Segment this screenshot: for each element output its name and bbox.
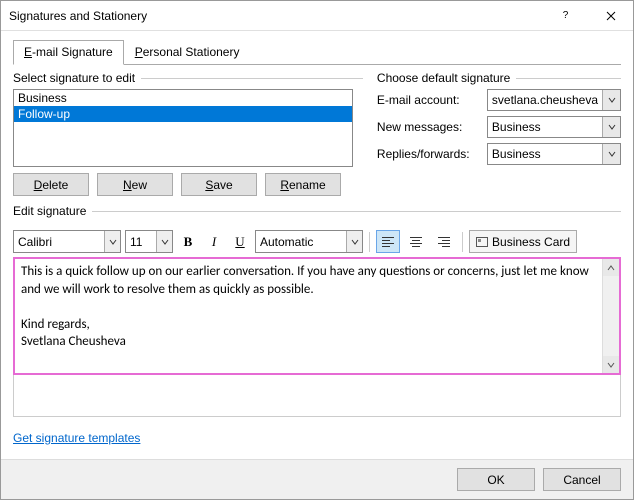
align-left-icon [382, 237, 394, 247]
replies-forwards-label: Replies/forwards: [377, 147, 481, 161]
business-card-button[interactable]: Business Card [469, 230, 577, 253]
underline-button[interactable]: U [229, 230, 251, 253]
align-center-icon [410, 237, 422, 247]
business-card-icon [476, 237, 488, 247]
new-messages-value: Business [488, 120, 602, 134]
dialog-window: Signatures and Stationery ? E-mail Signa… [0, 0, 634, 500]
select-signature-group: Select signature to edit Business Follow… [13, 71, 363, 196]
tab-bar: E-mail Signature Personal Stationery [13, 39, 621, 65]
chevron-down-icon [602, 117, 620, 137]
default-signature-label: Choose default signature [377, 71, 510, 85]
save-button[interactable]: Save [181, 173, 257, 196]
signature-buttons: Delete New Save Rename [13, 173, 363, 196]
font-value: Calibri [14, 235, 104, 249]
separator [369, 232, 370, 252]
top-row: Select signature to edit Business Follow… [13, 71, 621, 196]
signature-editor[interactable]: This is a quick follow up on our earlier… [15, 259, 602, 373]
default-signature-group: Choose default signature E-mail account:… [377, 71, 621, 196]
select-signature-label: Select signature to edit [13, 71, 135, 85]
tab-email-signature[interactable]: E-mail Signature [13, 40, 124, 65]
email-account-combo[interactable]: svetlana.cheusheva [487, 89, 621, 111]
font-size-value: 11 [126, 235, 156, 249]
separator [462, 232, 463, 252]
chevron-down-icon [346, 231, 362, 252]
chevron-down-icon [156, 231, 172, 252]
close-icon [606, 11, 616, 21]
italic-button[interactable]: I [203, 230, 225, 253]
close-button[interactable] [588, 1, 633, 30]
window-controls: ? [543, 1, 633, 30]
chevron-down-icon [104, 231, 120, 252]
align-right-button[interactable] [432, 230, 456, 253]
font-size-combo[interactable]: 11 [125, 230, 173, 253]
help-button[interactable]: ? [543, 1, 588, 30]
signature-item-business[interactable]: Business [14, 90, 352, 106]
editor-extra-space[interactable] [13, 375, 621, 417]
bold-button[interactable]: B [177, 230, 199, 253]
edit-signature-label: Edit signature [13, 204, 86, 218]
window-title: Signatures and Stationery [9, 9, 543, 23]
align-right-icon [438, 237, 450, 247]
chevron-down-icon [602, 90, 620, 110]
new-messages-combo[interactable]: Business [487, 116, 621, 138]
font-color-value: Automatic [256, 235, 346, 249]
email-account-label: E-mail account: [377, 93, 481, 107]
tab-personal-stationery[interactable]: Personal Stationery [124, 40, 251, 65]
signature-list[interactable]: Business Follow-up [13, 89, 353, 167]
get-templates-link[interactable]: Get signature templates [13, 431, 140, 445]
dialog-content: E-mail Signature Personal Stationery Sel… [1, 31, 633, 459]
editor-scrollbar[interactable] [602, 259, 619, 373]
dialog-footer: OK Cancel [1, 459, 633, 499]
rename-button[interactable]: Rename [265, 173, 341, 196]
signature-editor-highlighted: This is a quick follow up on our earlier… [13, 257, 621, 375]
new-button[interactable]: New [97, 173, 173, 196]
scroll-down-icon[interactable] [603, 356, 619, 373]
signature-item-followup[interactable]: Follow-up [14, 106, 352, 122]
link-row: Get signature templates [13, 431, 621, 445]
titlebar: Signatures and Stationery ? [1, 1, 633, 31]
replies-forwards-value: Business [488, 147, 602, 161]
align-center-button[interactable] [404, 230, 428, 253]
scroll-up-icon[interactable] [603, 259, 619, 276]
chevron-down-icon [602, 144, 620, 164]
align-left-button[interactable] [376, 230, 400, 253]
email-account-value: svetlana.cheusheva [488, 93, 602, 107]
ok-button[interactable]: OK [457, 468, 535, 491]
font-combo[interactable]: Calibri [13, 230, 121, 253]
replies-forwards-combo[interactable]: Business [487, 143, 621, 165]
business-card-label: Business Card [492, 235, 570, 249]
new-messages-label: New messages: [377, 120, 481, 134]
cancel-button[interactable]: Cancel [543, 468, 621, 491]
delete-button[interactable]: Delete [13, 173, 89, 196]
font-color-combo[interactable]: Automatic [255, 230, 363, 253]
format-toolbar: Calibri 11 B I U Automatic [13, 230, 621, 253]
